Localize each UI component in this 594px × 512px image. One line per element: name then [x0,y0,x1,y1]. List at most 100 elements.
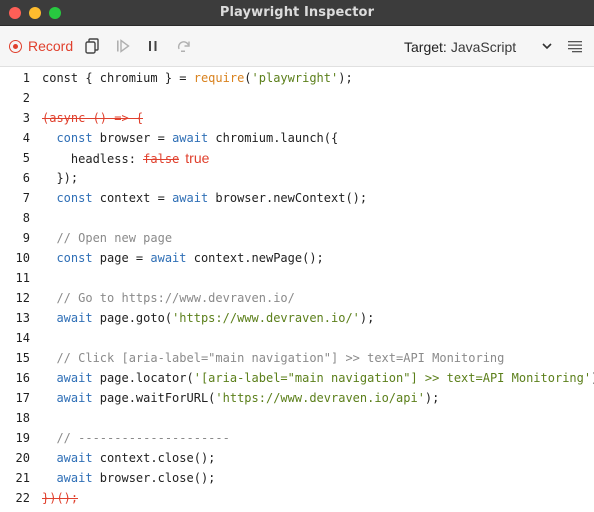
settings-icon[interactable] [567,38,583,54]
code-line: 5 headless: false true [0,148,594,168]
target-label: Target: [404,38,447,55]
line-number: 16 [15,371,30,385]
line-number: 2 [22,91,30,105]
deleted-token: false [143,152,180,166]
line-number: 6 [22,171,30,185]
line-number: 12 [15,291,30,305]
deleted-token: (async () => { [42,111,144,125]
code-token: await [56,311,93,325]
code-token: page.locator( [92,371,194,385]
code-token: ); [359,311,375,325]
window-controls [9,7,61,19]
code-text: (async () => { [42,108,143,128]
code-token: const [56,191,93,205]
record-icon [9,39,22,53]
code-token: chromium.launch({ [208,131,339,145]
line-number: 15 [15,351,30,365]
code-text: const context = await browser.newContext… [42,188,367,208]
code-token: // Open new page [56,231,173,245]
code-token: // --------------------- [56,431,230,445]
code-token: context = [92,191,173,205]
code-editor[interactable]: 1 const { chromium } = require('playwrigh… [0,67,594,512]
pause-icon [149,41,157,51]
code-line: 15 // Click [aria-label="main navigation… [0,348,594,368]
code-token: const [56,251,93,265]
step-over-icon [178,41,190,52]
toolbar: Record Target: JavaScript [0,26,594,67]
chevron-down-icon[interactable] [541,40,553,52]
code-token: // Click [aria-label="main navigation"] … [56,351,505,365]
code-token: }); [42,171,79,185]
resume-icon [117,39,130,53]
code-token: require [193,71,245,85]
code-text: await context.close(); [42,448,215,468]
code-text: await page.goto('https://www.devraven.io… [42,308,374,328]
pause-button[interactable] [143,36,163,56]
code-token: 'https://www.devraven.io/api' [215,391,425,405]
target-value[interactable]: JavaScript [451,39,516,55]
code-token: const { chromium } = [42,71,194,85]
target-selector[interactable]: Target: JavaScript [404,26,516,67]
code-token: await [150,251,187,265]
code-line: 14 [0,328,594,348]
code-text: const page = await context.newPage(); [42,248,324,268]
code-token: browser = [92,131,173,145]
step-over-button[interactable] [174,36,194,56]
code-line: 1 const { chromium } = require('playwrigh… [0,68,594,88]
line-number: 8 [22,211,30,225]
code-text: const browser = await chromium.launch({ [42,128,338,148]
zoom-window-button[interactable] [49,7,61,19]
code-token: context.newPage(); [186,251,324,265]
code-line: 2 [0,88,594,108]
record-button[interactable]: Record [9,38,73,54]
minimize-window-button[interactable] [29,7,41,19]
code-text: const { chromium } = require('playwright… [42,68,353,88]
code-token: // Go to https://www.devraven.io/ [56,291,295,305]
code-text: await browser.close(); [42,468,215,488]
inserted-token: true [185,150,210,166]
code-line: 19 // --------------------- [0,428,594,448]
code-token: page.goto( [92,311,173,325]
line-number: 3 [22,111,30,125]
code-line: 21 await browser.close(); [0,468,594,488]
copy-button[interactable] [82,36,102,56]
code-line: 18 [0,408,594,428]
code-line: 9 // Open new page [0,228,594,248]
line-number: 20 [15,451,30,465]
code-token: '[aria-label="main navigation"] >> text=… [193,371,592,385]
code-text: // Click [aria-label="main navigation"] … [42,348,504,368]
record-label: Record [28,38,74,54]
code-token: await [56,391,93,405]
code-line: 11 [0,268,594,288]
code-line: 12 // Go to https://www.devraven.io/ [0,288,594,308]
close-window-button[interactable] [9,7,21,19]
code-token: context.close(); [92,451,216,465]
line-number: 17 [15,391,30,405]
resume-button[interactable] [113,36,133,56]
code-line: 4 const browser = await chromium.launch(… [0,128,594,148]
line-number: 21 [15,471,30,485]
line-number: 19 [15,431,30,445]
line-number: 13 [15,311,30,325]
line-number: 18 [15,411,30,425]
code-token: await [56,451,93,465]
code-token: browser.close(); [92,471,216,485]
code-token: browser.newContext(); [208,191,368,205]
code-text: await page.waitForURL('https://www.devra… [42,388,439,408]
code-text: })(); [42,488,78,508]
code-token: page = [92,251,151,265]
line-number: 1 [22,71,30,85]
code-token: await [172,131,209,145]
code-text: // Open new page [42,228,172,248]
window-title: Playwright Inspector [219,5,375,20]
code-token: ); [424,391,440,405]
